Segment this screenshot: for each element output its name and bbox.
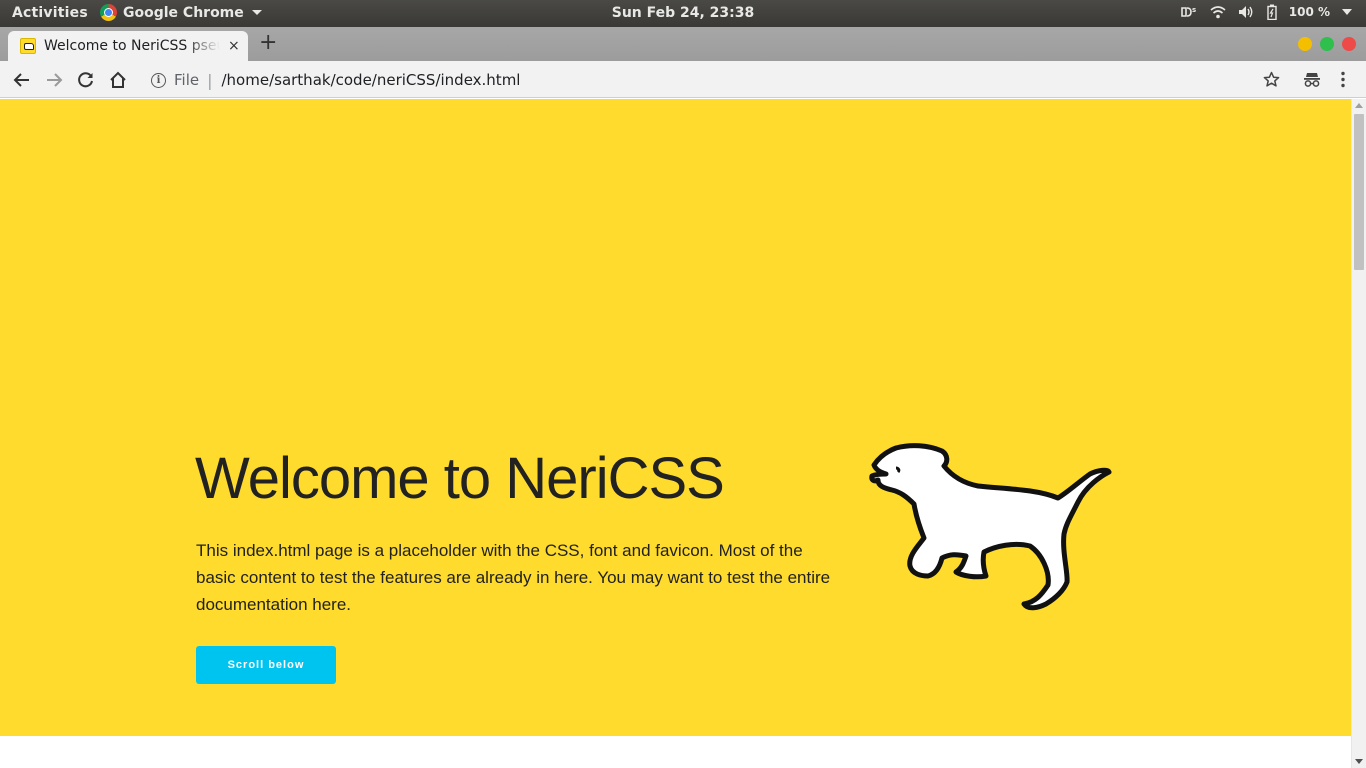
chevron-down-icon (251, 10, 262, 15)
tab-title: Welcome to NeriCSS pseudo (44, 38, 220, 54)
page-title: Welcome to NeriCSS (195, 446, 725, 511)
battery-percent: 100 % (1288, 5, 1330, 19)
close-window-button[interactable] (1342, 37, 1356, 51)
hero-section: Welcome to NeriCSS This index.html page … (0, 99, 1351, 736)
neri-favicon-icon (20, 38, 36, 54)
arrow-left-icon (13, 73, 29, 87)
app-menu-label: Google Chrome (123, 4, 244, 21)
accessibility-icon: s (1180, 6, 1196, 17)
battery-icon (1267, 4, 1277, 20)
maximize-button[interactable] (1320, 37, 1334, 51)
page-viewport: Welcome to NeriCSS This index.html page … (0, 99, 1351, 768)
forward-button[interactable] (43, 69, 65, 91)
tab-strip: Welcome to NeriCSS pseudo × (0, 27, 1366, 61)
back-button[interactable] (11, 69, 33, 91)
profile-button[interactable] (1303, 71, 1321, 92)
home-icon (110, 71, 126, 88)
new-tab-button[interactable]: + (259, 31, 277, 55)
address-scheme: File (174, 71, 200, 89)
address-separator: | (207, 70, 213, 90)
volume-icon (1238, 6, 1253, 18)
menu-button[interactable] (1340, 71, 1346, 92)
home-button[interactable] (107, 69, 129, 91)
incognito-icon (1304, 73, 1320, 87)
scroll-down-icon[interactable] (1355, 759, 1363, 764)
reload-button[interactable] (75, 69, 97, 91)
minimize-button[interactable] (1298, 37, 1312, 51)
close-icon[interactable]: × (228, 38, 240, 54)
bookmark-star-button[interactable] (1263, 71, 1280, 92)
chrome-logo-icon (100, 4, 117, 21)
more-vert-icon (1341, 71, 1345, 88)
address-url: /home/sarthak/code/neriCSS/index.html (221, 71, 521, 89)
window-controls (1298, 37, 1356, 51)
browser-tab[interactable]: Welcome to NeriCSS pseudo × (8, 31, 248, 61)
wifi-icon (1210, 6, 1226, 19)
scroll-up-icon[interactable] (1355, 103, 1363, 108)
svg-text:s: s (1192, 6, 1196, 14)
system-top-bar: Activities Google Chrome Sun Feb 24, 23:… (0, 0, 1366, 27)
activities-button[interactable]: Activities (12, 5, 88, 21)
chevron-down-icon (1342, 9, 1352, 15)
address-bar[interactable]: i File | /home/sarthak/code/neriCSS/inde… (140, 66, 1290, 94)
app-menu[interactable]: Google Chrome (100, 4, 262, 21)
reload-icon (78, 72, 93, 88)
star-icon (1263, 71, 1280, 87)
system-tray[interactable]: s 100 % (1180, 4, 1352, 20)
running-dog-icon (869, 443, 1112, 611)
info-icon[interactable]: i (151, 72, 166, 88)
scrollbar-thumb[interactable] (1354, 114, 1364, 270)
hero-description: This index.html page is a placeholder wi… (196, 541, 831, 614)
arrow-right-icon (47, 73, 63, 87)
browser-toolbar: i File | /home/sarthak/code/neriCSS/inde… (0, 61, 1366, 98)
scroll-below-button[interactable]: Scroll below (196, 646, 336, 684)
page-scrollbar[interactable] (1351, 99, 1366, 768)
